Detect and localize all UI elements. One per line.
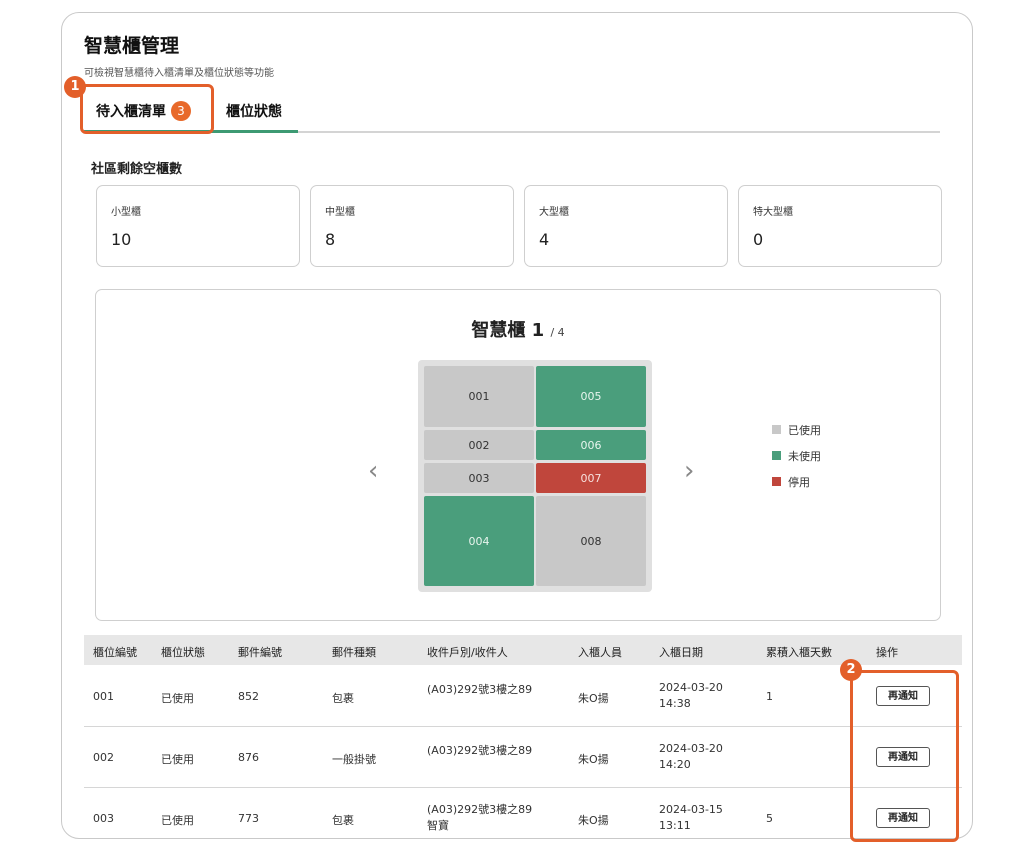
- cell-mail-no: 876: [238, 751, 259, 764]
- annotation-marker-2: 2: [840, 659, 862, 681]
- cell-locker-status: 已使用: [161, 814, 194, 827]
- locker-cell-003[interactable]: 003: [424, 463, 534, 493]
- legend-label: 未使用: [788, 450, 821, 463]
- column-header: 入櫃日期: [659, 646, 703, 659]
- column-header: 櫃位編號: [93, 646, 137, 659]
- cell-mail-no: 773: [238, 812, 259, 825]
- cell-locker-no: 002: [93, 751, 114, 764]
- cabinet-title: 智慧櫃 1 / 4: [96, 316, 940, 342]
- table-row: 001 已使用 852 包裹 (A03)292號3樓之89 朱O揚 2024-0…: [84, 666, 962, 727]
- stat-value: 0: [753, 230, 764, 249]
- tab-locker-status[interactable]: 櫃位狀態: [226, 101, 282, 121]
- cell-staff: 朱O揚: [578, 692, 609, 705]
- cell-days: 5: [766, 812, 773, 825]
- section-label-empty-lockers: 社區剩餘空櫃數: [91, 162, 183, 177]
- cell-date: 2024-03-20: [659, 681, 723, 694]
- cell-recipient: (A03)292號3樓之89: [427, 683, 533, 696]
- stat-label: 大型櫃: [539, 207, 569, 218]
- page-subtitle: 可檢視智慧櫃待入櫃清單及櫃位狀態等功能: [84, 68, 274, 79]
- cell-mail-type: 包裹: [332, 814, 354, 827]
- table-row: 002 已使用 876 一般掛號 (A03)292號3樓之89 朱O揚 2024…: [84, 727, 962, 788]
- legend-item-used: 已使用: [772, 422, 821, 438]
- cell-locker-no: 003: [93, 812, 114, 825]
- cell-locker-status: 已使用: [161, 692, 194, 705]
- cell-staff: 朱O揚: [578, 753, 609, 766]
- annotation-highlight-tab: [80, 84, 214, 134]
- cell-time: 14:20: [659, 758, 691, 771]
- cabinet-page-indicator: / 4: [550, 326, 565, 339]
- smart-locker-management-card: 智慧櫃管理 可檢視智慧櫃待入櫃清單及櫃位狀態等功能 待入櫃清單 3 櫃位狀態 社區…: [61, 12, 973, 839]
- cell-mail-type: 包裹: [332, 692, 354, 705]
- stat-label: 特大型櫃: [753, 207, 793, 218]
- stat-card-medium: 中型櫃 8: [310, 185, 514, 267]
- page-title: 智慧櫃管理: [84, 35, 180, 57]
- cell-mail-no: 852: [238, 690, 259, 703]
- legend-item-disabled: 停用: [772, 474, 810, 490]
- annotation-highlight-actions: [850, 670, 959, 842]
- column-header: 入櫃人員: [578, 646, 622, 659]
- locker-cell-007[interactable]: 007: [536, 463, 646, 493]
- table-row: 003 已使用 773 包裹 (A03)292號3樓之89 智寶 朱O揚 202…: [84, 788, 962, 838]
- cell-date: 2024-03-20: [659, 742, 723, 755]
- cabinet-name: 智慧櫃 1: [471, 320, 545, 341]
- legend-swatch: [772, 451, 781, 460]
- chevron-left-icon[interactable]: ‹: [368, 456, 378, 486]
- legend-label: 停用: [788, 476, 810, 489]
- locker-cell-005[interactable]: 005: [536, 366, 646, 427]
- locker-cell-008[interactable]: 008: [536, 496, 646, 586]
- cell-days: 1: [766, 690, 773, 703]
- legend-label: 已使用: [788, 424, 821, 437]
- locker-cell-006[interactable]: 006: [536, 430, 646, 460]
- table-header: 櫃位編號 櫃位狀態 郵件編號 郵件種類 收件戶別/收件人 入櫃人員 入櫃日期 累…: [84, 635, 962, 665]
- cell-staff: 朱O揚: [578, 814, 609, 827]
- legend-swatch: [772, 477, 781, 486]
- tab-label: 櫃位狀態: [226, 104, 282, 120]
- stat-card-large: 大型櫃 4: [524, 185, 728, 267]
- locker-grid: 001 002 003 004 005 006 007 008: [418, 360, 652, 592]
- cell-locker-no: 001: [93, 690, 114, 703]
- chevron-right-icon[interactable]: ›: [684, 456, 694, 486]
- cell-recipient-name: 智寶: [427, 819, 449, 832]
- stat-label: 中型櫃: [325, 207, 355, 218]
- cell-recipient: (A03)292號3樓之89: [427, 803, 533, 816]
- legend-swatch: [772, 425, 781, 434]
- cell-locker-status: 已使用: [161, 753, 194, 766]
- column-header: 操作: [876, 646, 898, 659]
- cell-mail-type: 一般掛號: [332, 753, 376, 766]
- locker-cell-002[interactable]: 002: [424, 430, 534, 460]
- stat-value: 4: [539, 230, 550, 249]
- column-header: 郵件編號: [238, 646, 282, 659]
- cell-date: 2024-03-15: [659, 803, 723, 816]
- column-header: 櫃位狀態: [161, 646, 205, 659]
- annotation-marker-1: 1: [64, 76, 86, 98]
- column-header: 累積入櫃天數: [766, 646, 832, 659]
- cell-time: 13:11: [659, 819, 691, 832]
- cabinet-panel: 智慧櫃 1 / 4 ‹ › 001 002 003 004 005 006 00…: [95, 289, 941, 621]
- column-header: 郵件種類: [332, 646, 376, 659]
- stat-card-extra-large: 特大型櫃 0: [738, 185, 942, 267]
- stat-label: 小型櫃: [111, 207, 141, 218]
- locker-cell-004[interactable]: 004: [424, 496, 534, 586]
- stat-value: 10: [111, 230, 132, 249]
- column-header: 收件戶別/收件人: [427, 646, 508, 659]
- stat-value: 8: [325, 230, 336, 249]
- cell-time: 14:38: [659, 697, 691, 710]
- stat-card-small: 小型櫃 10: [96, 185, 300, 267]
- locker-cell-001[interactable]: 001: [424, 366, 534, 427]
- legend-item-unused: 未使用: [772, 448, 821, 464]
- cell-recipient: (A03)292號3樓之89: [427, 744, 533, 757]
